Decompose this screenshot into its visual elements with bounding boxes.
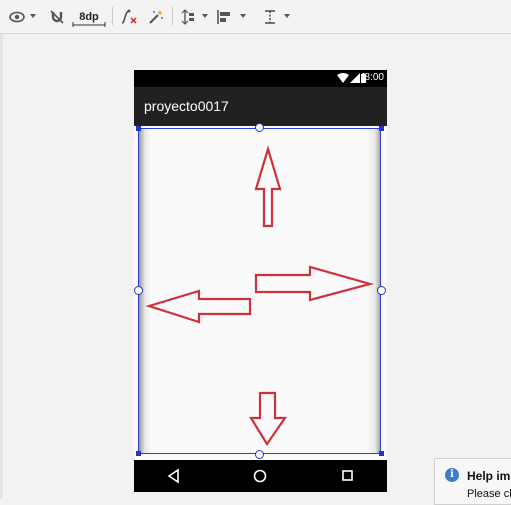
magnet-off-icon <box>50 9 64 24</box>
selection-frame <box>138 128 381 454</box>
layout-editor-toolbar: 8dp <box>0 0 511 34</box>
notification-body: Please cl <box>467 488 511 500</box>
chevron-down-icon[interactable] <box>240 14 246 18</box>
navigation-bar <box>134 460 387 492</box>
margin-icon <box>72 22 106 27</box>
view-options-button[interactable] <box>6 0 28 33</box>
default-margin-button[interactable]: 8dp <box>72 0 106 33</box>
pack-icon <box>181 8 194 25</box>
guidelines-button[interactable] <box>260 0 280 33</box>
constraint-handle-left[interactable] <box>134 286 143 295</box>
magic-wand-icon <box>149 9 163 24</box>
constraint-handle-right[interactable] <box>377 286 386 295</box>
status-bar: 8:00 <box>134 70 387 87</box>
chevron-down-icon[interactable] <box>202 14 208 18</box>
toolbar-separator <box>172 7 173 25</box>
toolbar-separator <box>112 7 113 25</box>
guidelines-icon <box>265 9 275 24</box>
resize-handle-bottom-right[interactable] <box>379 451 384 456</box>
resize-handle-top-right[interactable] <box>379 126 384 131</box>
pack-button[interactable] <box>178 0 198 33</box>
eye-icon <box>9 11 25 22</box>
clear-constraints-icon <box>121 9 137 24</box>
chevron-down-icon[interactable] <box>30 14 36 18</box>
constraint-handle-bottom[interactable] <box>255 450 264 459</box>
constraint-handle-top[interactable] <box>255 123 264 132</box>
home-icon <box>253 469 267 483</box>
app-title: proyecto0017 <box>144 98 229 114</box>
align-button[interactable] <box>214 0 234 33</box>
autoconnect-toggle[interactable] <box>46 0 68 33</box>
recents-icon <box>342 470 353 481</box>
info-icon: i <box>445 468 459 482</box>
help-notification[interactable]: i Help imp Please cl <box>434 458 511 505</box>
back-icon <box>167 468 179 484</box>
resize-handle-top-left[interactable] <box>136 126 141 131</box>
signal-icon <box>350 73 360 83</box>
infer-constraints-button[interactable] <box>145 0 167 33</box>
align-icon <box>217 9 230 24</box>
notification-title: Help imp <box>467 469 511 483</box>
status-time: 8:00 <box>364 72 384 83</box>
chevron-down-icon[interactable] <box>284 14 290 18</box>
app-bar: proyecto0017 <box>134 87 387 126</box>
margin-value: 8dp <box>79 10 99 23</box>
resize-handle-bottom-left[interactable] <box>136 451 141 456</box>
wifi-icon <box>337 73 349 83</box>
clear-constraints-button[interactable] <box>118 0 140 33</box>
